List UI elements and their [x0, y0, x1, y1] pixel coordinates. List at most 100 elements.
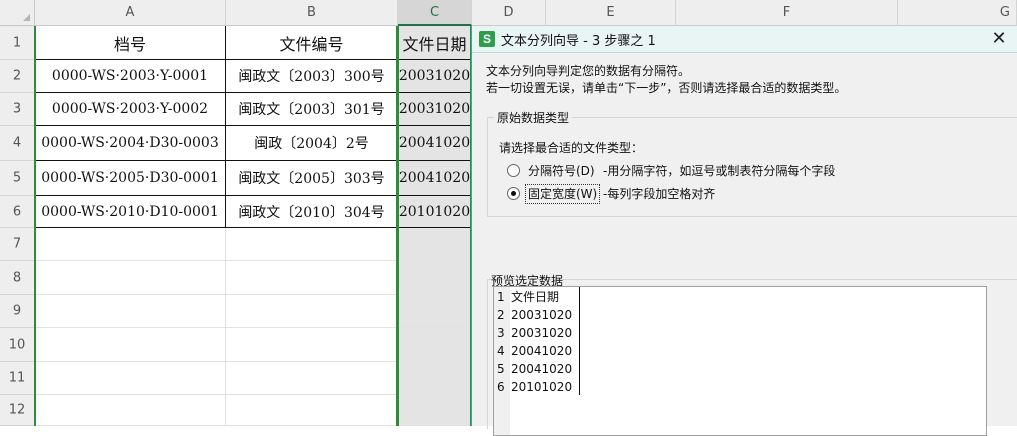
row-header[interactable]: 10	[0, 328, 35, 362]
empty-cell[interactable]	[226, 295, 398, 328]
table-header-cell[interactable]: 文件日期	[398, 26, 472, 60]
select-all-triangle-icon	[23, 14, 30, 21]
preview-line-number: 3	[497, 326, 505, 340]
table-cell[interactable]: 闽政文〔2010〕304号	[226, 196, 398, 228]
file-type-prompt: 请选择最合适的文件类型：	[499, 141, 644, 155]
table-cell[interactable]: 20031020	[398, 93, 472, 126]
preview-row: 1 文件日期	[494, 288, 986, 306]
radio-description: -每列字段加空格对齐	[603, 187, 716, 201]
preview-line-number: 2	[497, 308, 505, 322]
column-header-b[interactable]: B	[226, 0, 398, 26]
radio-button-selected[interactable]	[507, 187, 520, 200]
empty-cell[interactable]	[398, 362, 472, 395]
empty-cell[interactable]	[398, 295, 472, 328]
row-header[interactable]: 1	[0, 26, 35, 60]
cell-text: 20031020	[398, 101, 471, 117]
cell-text: 闽政〔2004〕2号	[254, 136, 369, 152]
selection-border-left	[34, 26, 36, 426]
empty-cell[interactable]	[226, 395, 398, 426]
empty-cell[interactable]	[226, 328, 398, 362]
table-cell[interactable]: 20101020	[398, 196, 472, 228]
radio-button[interactable]	[507, 164, 520, 177]
cell-text: 0000-WS·2005·D30-0001	[41, 170, 219, 186]
cell-text: 0000-WS·2003·Y-0002	[51, 101, 209, 117]
empty-cell[interactable]	[398, 228, 472, 261]
row-number: 7	[12, 236, 22, 252]
cell-text: 闽政文〔2003〕301号	[238, 102, 385, 118]
row-header[interactable]: 9	[0, 295, 35, 328]
row-header[interactable]: 2	[0, 60, 35, 93]
table-cell[interactable]: 闽政文〔2003〕300号	[226, 60, 398, 93]
table-cell[interactable]: 20031020	[398, 60, 472, 93]
row-header[interactable]: 5	[0, 161, 35, 196]
table-header-cell[interactable]: 文件编号	[226, 26, 398, 60]
radio-label[interactable]: 分隔符号(D)	[526, 162, 597, 180]
cell-text: 文件日期	[402, 36, 467, 54]
preview-line-number: 5	[497, 362, 505, 376]
preview-value: 20101020	[511, 380, 573, 394]
cell-text: 20041020	[398, 135, 471, 151]
preview-value: 20031020	[511, 326, 573, 340]
row-header[interactable]: 6	[0, 196, 35, 228]
table-cell[interactable]: 0000-WS·2003·Y-0001	[35, 60, 226, 93]
cell-text: 0000-WS·2010·D10-0001	[41, 203, 219, 220]
text-to-columns-dialog: S 文本分列向导 - 3 步骤之 1 ✕ 文本分列向导判定您的数据有分隔符。 若…	[471, 26, 1017, 436]
empty-cell[interactable]	[398, 328, 472, 362]
cell-text: 闽政文〔2005〕303号	[238, 171, 385, 187]
preview-row: 3 20031020	[494, 324, 986, 342]
radio-label[interactable]: 固定宽度(W)	[524, 184, 601, 204]
row-header[interactable]: 7	[0, 228, 35, 261]
preview-row: 6 20101020	[494, 378, 986, 396]
row-header[interactable]: 11	[0, 362, 35, 395]
table-cell[interactable]: 0000-WS·2003·Y-0002	[35, 93, 226, 126]
table-cell[interactable]: 20041020	[398, 126, 472, 161]
row-number: 11	[8, 370, 26, 386]
table-cell[interactable]: 闽政〔2004〕2号	[226, 126, 398, 161]
column-header-e[interactable]: E	[546, 0, 676, 26]
preview-row: 4 20041020	[494, 342, 986, 360]
table-cell[interactable]: 0000-WS·2005·D30-0001	[35, 161, 226, 196]
table-cell[interactable]: 闽政文〔2003〕301号	[226, 93, 398, 126]
empty-cell[interactable]	[398, 395, 472, 426]
empty-cell[interactable]	[35, 362, 226, 395]
select-all-corner[interactable]	[0, 0, 35, 26]
empty-cell[interactable]	[226, 261, 398, 295]
preview-box[interactable]: 1 文件日期 2 20031020 3 20031020 4 20041020 …	[493, 286, 987, 436]
empty-cell[interactable]	[35, 261, 226, 295]
close-icon[interactable]: ✕	[988, 28, 1010, 50]
table-cell[interactable]: 0000-WS·2010·D10-0001	[35, 196, 226, 228]
table-cell[interactable]: 闽政文〔2005〕303号	[226, 161, 398, 196]
table-cell[interactable]: 20041020	[398, 161, 472, 196]
preview-line-number: 6	[497, 380, 505, 394]
empty-cell[interactable]	[226, 228, 398, 261]
empty-cell[interactable]	[226, 362, 398, 395]
row-header[interactable]: 12	[0, 395, 35, 426]
preview-line-number: 1	[497, 290, 505, 304]
preview-value: 20031020	[511, 308, 573, 322]
dialog-title: 文本分列向导 - 3 步骤之 1	[501, 34, 656, 49]
row-header[interactable]: 3	[0, 93, 35, 126]
preview-column-separator	[579, 287, 580, 395]
empty-cell[interactable]	[35, 228, 226, 261]
table-header-cell[interactable]: 档号	[35, 26, 226, 60]
column-header-c[interactable]: C	[398, 0, 472, 26]
radio-delimited[interactable]: 分隔符号(D) -用分隔字符，如逗号或制表符分隔每个字段	[507, 162, 927, 180]
column-header-g[interactable]: G	[898, 0, 1017, 26]
intro-text-line1: 文本分列向导判定您的数据有分隔符。	[486, 64, 691, 78]
empty-cell[interactable]	[35, 295, 226, 328]
preview-line-number: 4	[497, 344, 505, 358]
cell-text: 20041020	[398, 170, 471, 186]
empty-cell[interactable]	[35, 328, 226, 362]
row-header[interactable]: 8	[0, 261, 35, 295]
empty-cell[interactable]	[398, 261, 472, 295]
radio-fixed-width[interactable]: 固定宽度(W) -每列字段加空格对齐	[507, 184, 927, 204]
table-cell[interactable]: 0000-WS·2004·D30-0003	[35, 126, 226, 161]
column-header-f[interactable]: F	[676, 0, 898, 26]
cell-text: 20031020	[398, 68, 471, 84]
intro-text-line2: 若一切设置无误，请单击“下一步”，否则请选择最合适的数据类型。	[486, 81, 847, 95]
column-header-d[interactable]: D	[472, 0, 546, 26]
row-header[interactable]: 4	[0, 126, 35, 161]
empty-cell[interactable]	[35, 395, 226, 426]
column-header-a[interactable]: A	[35, 0, 226, 26]
dialog-title-bar[interactable]: S 文本分列向导 - 3 步骤之 1 ✕	[472, 26, 1017, 53]
